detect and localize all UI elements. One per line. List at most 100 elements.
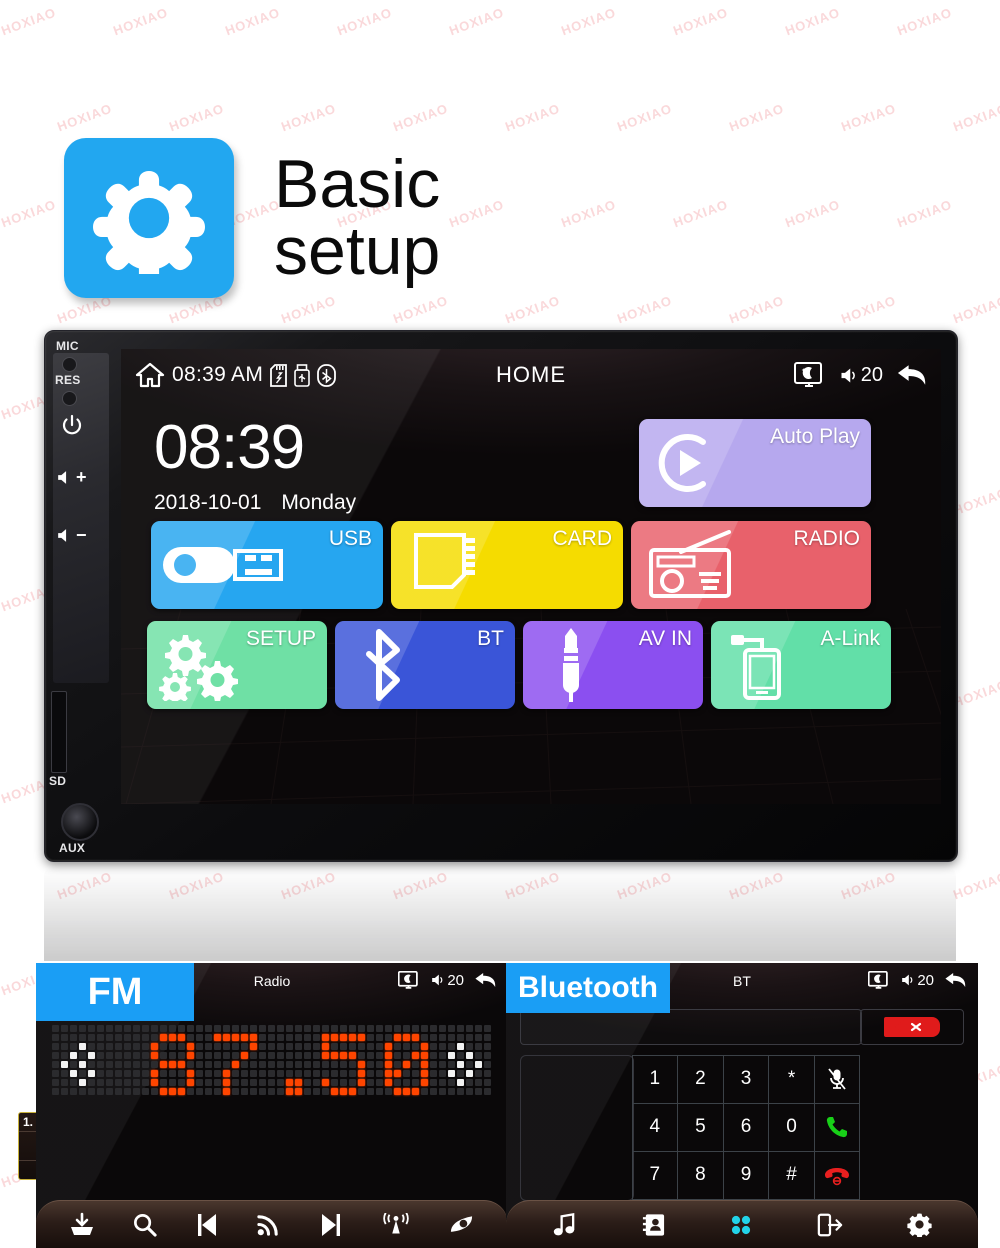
save-icon[interactable] [69, 1212, 95, 1238]
radio-toolbar[interactable] [36, 1200, 508, 1248]
transfer-icon[interactable] [817, 1212, 843, 1238]
clock-weekday: Monday [281, 491, 357, 514]
matrix-dot [115, 1034, 122, 1041]
matrix-dot [313, 1070, 320, 1077]
sd-card-slot[interactable] [51, 691, 67, 773]
keypad-key-9[interactable]: 9 [722, 1150, 770, 1200]
keypad-key-6[interactable]: 6 [722, 1102, 770, 1152]
volume-indicator[interactable]: 20 [837, 364, 883, 387]
bt-toolbar[interactable] [506, 1200, 978, 1248]
back-arrow-icon[interactable] [944, 970, 968, 990]
matrix-dot [295, 1052, 302, 1059]
matrix-dot-lit [403, 1088, 410, 1095]
radio-screen[interactable]: Radio 20 FM [36, 963, 508, 1248]
radio-band-badge[interactable]: FM [36, 963, 194, 1021]
volume-indicator[interactable]: 20 [429, 972, 464, 989]
matrix-dot [268, 1079, 275, 1086]
tile-av-in[interactable]: AV IN [523, 621, 703, 709]
matrix-dot [439, 1061, 446, 1068]
keypad-key-8[interactable]: 8 [677, 1150, 724, 1200]
keypad-key-4[interactable]: 4 [631, 1102, 679, 1152]
volume-up-button[interactable]: + [55, 467, 87, 488]
matrix-dot [448, 1079, 455, 1086]
matrix-dot [250, 1088, 257, 1095]
keypad-key-label: 2 [695, 1068, 706, 1089]
tile-label: BT [477, 627, 504, 650]
keypad-key-0[interactable]: 0 [768, 1102, 815, 1152]
matrix-dot [376, 1043, 383, 1050]
tile-setup[interactable]: SETUP [147, 621, 327, 709]
bluetooth-screen[interactable]: BT 20 Bluetooth 1 2 3 * 4 5 6 0 7 8 9 # [506, 963, 978, 1248]
matrix-dot [259, 1079, 266, 1086]
keypad-key-7[interactable]: 7 [631, 1150, 679, 1200]
matrix-dot [358, 1088, 365, 1095]
matrix-dot-lit [385, 1052, 392, 1059]
matrix-dot [268, 1025, 275, 1032]
keypad-call-answer[interactable] [813, 1102, 861, 1152]
matrix-dot [232, 1088, 239, 1095]
bluetooth-icon [361, 628, 407, 702]
tile-usb[interactable]: USB [151, 521, 383, 609]
search-icon[interactable] [132, 1212, 157, 1237]
bt-mode-badge[interactable]: Bluetooth [506, 963, 670, 1013]
power-icon[interactable] [60, 413, 84, 437]
watermark-text: HOXIAO [0, 868, 3, 903]
night-mode-icon[interactable] [398, 970, 419, 990]
back-arrow-icon[interactable] [896, 361, 929, 389]
keypad-mic-mute[interactable] [813, 1054, 861, 1104]
bt-keypad[interactable]: 1 2 3 * 4 5 6 0 7 8 9 # [631, 1054, 861, 1200]
tile-auto-play[interactable]: Auto Play [639, 419, 871, 507]
matrix-dot [268, 1034, 275, 1041]
prev-track-icon[interactable] [195, 1212, 219, 1238]
volume-indicator[interactable]: 20 [899, 972, 934, 989]
matrix-dot [124, 1070, 131, 1077]
volume-down-button[interactable]: − [55, 525, 87, 546]
settings-gear-icon[interactable] [907, 1212, 932, 1237]
aux-jack[interactable] [61, 803, 99, 841]
matrix-dot [412, 1043, 419, 1050]
matrix-dot [313, 1052, 320, 1059]
bt-number-display[interactable] [520, 1009, 862, 1045]
keypad-key-3[interactable]: 3 [722, 1054, 770, 1104]
matrix-dot-lit [322, 1034, 329, 1041]
keypad-key-star[interactable]: * [768, 1054, 815, 1104]
night-mode-icon[interactable] [868, 970, 889, 990]
bt-backspace-button[interactable] [860, 1009, 964, 1045]
tile-a-link[interactable]: A-Link [711, 621, 891, 709]
tile-bt[interactable]: BT [335, 621, 515, 709]
matrix-dot [484, 1043, 491, 1050]
keypad-key-2[interactable]: 2 [677, 1054, 724, 1104]
antenna-icon[interactable] [381, 1212, 411, 1237]
matrix-dot [412, 1061, 419, 1068]
keypad-call-end[interactable] [813, 1150, 861, 1200]
matrix-dot-lit [322, 1079, 329, 1086]
tile-radio[interactable]: RADIO [631, 521, 871, 609]
keypad-key-hash[interactable]: # [768, 1150, 815, 1200]
keypad-key-1[interactable]: 1 [631, 1054, 679, 1104]
music-note-icon[interactable] [552, 1212, 577, 1238]
matrix-dot [196, 1034, 203, 1041]
touchscreen-display[interactable]: 08:39 AM HOME 20 08:39 2018-10-01 Monday… [121, 349, 941, 804]
matrix-dot [61, 1034, 68, 1041]
matrix-dot [331, 1079, 338, 1086]
matrix-dot-lit [250, 1034, 257, 1041]
phonebook-icon[interactable] [641, 1212, 666, 1238]
matrix-dot [286, 1034, 293, 1041]
matrix-dot-lit [385, 1070, 392, 1077]
call-end-icon [824, 1164, 850, 1186]
matrix-dot [403, 1079, 410, 1086]
signal-icon[interactable] [256, 1212, 281, 1237]
matrix-dot-lit [295, 1088, 302, 1095]
keypad-key-5[interactable]: 5 [677, 1102, 724, 1152]
reset-hole[interactable] [62, 391, 77, 406]
night-mode-icon[interactable] [793, 361, 824, 389]
keypad-icon[interactable] [729, 1213, 753, 1237]
matrix-dot [115, 1025, 122, 1032]
eye-icon[interactable] [448, 1213, 475, 1237]
tile-card[interactable]: CARD [391, 521, 623, 609]
matrix-dot-lit [178, 1088, 185, 1095]
matrix-dot [241, 1043, 248, 1050]
back-arrow-icon[interactable] [474, 970, 498, 990]
matrix-dot [61, 1043, 68, 1050]
next-track-icon[interactable] [319, 1212, 343, 1238]
